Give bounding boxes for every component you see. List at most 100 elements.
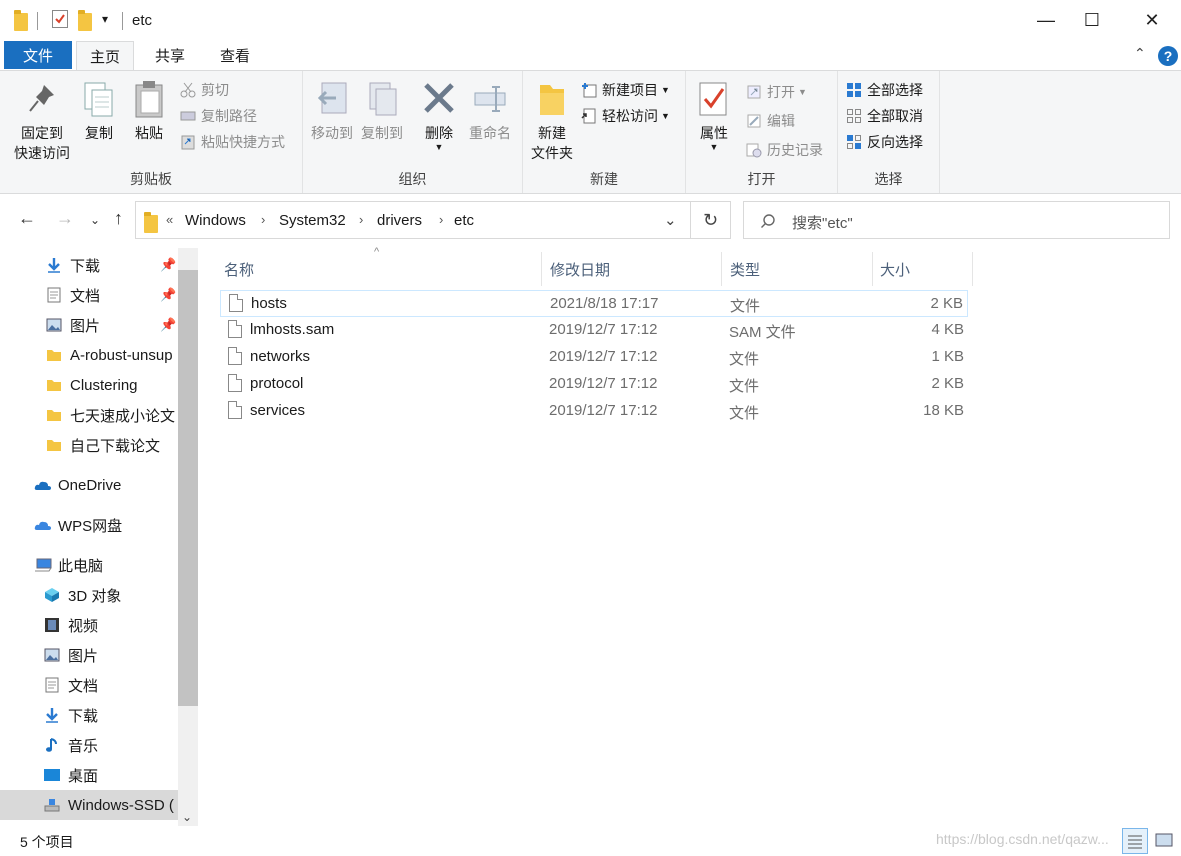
sidebar-item-seven-day-paper[interactable]: 七天速成小论文 [0, 400, 178, 430]
sidebar-item-3d-objects[interactable]: 3D 对象 [0, 580, 178, 610]
copy-path-button[interactable]: 复制路径 [180, 105, 257, 127]
delete-button[interactable]: 删除 ▼ [419, 79, 459, 152]
column-header-name[interactable]: 名称 [218, 252, 542, 286]
properties-button[interactable]: 属性 ▼ [692, 79, 736, 152]
sidebar-item-documents-pinned[interactable]: 文档 📌 [0, 280, 178, 310]
sidebar-item-wps-drive[interactable]: WPS网盘 [0, 510, 178, 540]
cut-label: 剪切 [201, 82, 229, 98]
sidebar-item-windows-ssd[interactable]: Windows-SSD ( [0, 790, 178, 820]
invert-selection-button[interactable]: 反向选择 [846, 131, 923, 153]
breadcrumb-separator-icon[interactable]: › [261, 212, 265, 227]
pin-icon[interactable]: 📌 [160, 317, 176, 333]
breadcrumb-etc[interactable]: etc [454, 212, 474, 229]
copy-button[interactable]: 复制 [80, 79, 118, 143]
search-input[interactable]: 搜索"etc" [743, 201, 1170, 239]
minimize-button[interactable]: — [1023, 0, 1069, 40]
pin-icon [24, 79, 60, 119]
sidebar-item-onedrive[interactable]: OneDrive [0, 470, 178, 500]
help-button[interactable]: ? [1158, 46, 1178, 66]
sidebar-item-label: Windows-SSD ( [68, 796, 174, 814]
rename-button[interactable]: 重命名 [465, 79, 515, 143]
easy-access-button[interactable]: 轻松访问 ▼ [581, 105, 670, 127]
refresh-icon[interactable]: ↻ [691, 201, 731, 239]
sidebar-item-documents[interactable]: 文档 [0, 670, 178, 700]
scroll-down-chevron-icon[interactable]: ⌄ [182, 810, 192, 824]
breadcrumb-separator-icon[interactable]: › [439, 212, 443, 227]
paste-shortcut-button[interactable]: 粘贴快捷方式 [180, 131, 285, 153]
open-button[interactable]: 打开 ▼ [746, 81, 807, 103]
copy-icon [81, 79, 117, 119]
sidebar-item-music[interactable]: 音乐 [0, 730, 178, 760]
video-icon [44, 617, 60, 633]
tab-view[interactable]: 查看 [205, 41, 265, 70]
select-none-button[interactable]: 全部取消 [846, 105, 923, 127]
navigation-pane: 下载 📌 文档 📌 图片 📌 A-robust-unsup Clustering… [0, 248, 198, 826]
recent-locations-chevron-icon[interactable]: ⌄ [90, 213, 100, 227]
collapse-ribbon-icon[interactable]: ⌃ [1134, 45, 1146, 62]
maximize-button[interactable]: ☐ [1069, 0, 1115, 40]
sidebar-scrollbar-thumb[interactable] [178, 270, 198, 706]
copy-to-button[interactable]: 复制到 [357, 79, 407, 143]
close-button[interactable]: ✕ [1129, 0, 1175, 40]
sidebar-item-label: 下载 [70, 257, 101, 275]
select-none-icon [846, 108, 862, 124]
file-row[interactable]: protocol 2019/12/7 17:12 文件 2 KB [220, 371, 968, 398]
column-header-type[interactable]: 类型 [724, 252, 873, 286]
breadcrumb-separator-icon[interactable]: › [359, 212, 363, 227]
address-bar[interactable]: « Windows › System32 › drivers › etc ⌄ [135, 201, 691, 239]
file-row[interactable]: lmhosts.sam 2019/12/7 17:12 SAM 文件 4 KB [220, 317, 968, 344]
file-name: hosts [251, 295, 287, 312]
sidebar-item-clustering[interactable]: Clustering [0, 370, 178, 400]
new-folder-label-2: 文件夹 [531, 145, 573, 161]
properties-check-icon [696, 79, 732, 119]
sidebar-item-pictures[interactable]: 图片 [0, 640, 178, 670]
edit-button[interactable]: 编辑 [746, 110, 795, 132]
paste-button[interactable]: 粘贴 [130, 79, 168, 143]
tab-home[interactable]: 主页 [76, 41, 134, 70]
sidebar-item-downloads-pinned[interactable]: 下载 📌 [0, 250, 178, 280]
sidebar-item-desktop[interactable]: 桌面 [0, 760, 178, 790]
breadcrumb-system32[interactable]: System32 [279, 212, 346, 229]
breadcrumb-drivers[interactable]: drivers [377, 212, 422, 229]
sidebar-item-videos[interactable]: 视频 [0, 610, 178, 640]
properties-check-icon[interactable] [52, 10, 68, 28]
select-all-icon [846, 82, 862, 98]
pin-icon[interactable]: 📌 [160, 257, 176, 273]
select-all-button[interactable]: 全部选择 [846, 79, 923, 101]
file-row[interactable]: services 2019/12/7 17:12 文件 18 KB [220, 398, 968, 425]
sidebar-item-downloads[interactable]: 下载 [0, 700, 178, 730]
details-view-icon [1128, 835, 1142, 849]
move-to-button[interactable]: 移动到 [307, 79, 357, 143]
column-header-size[interactable]: 大小 [874, 252, 973, 286]
file-row[interactable]: hosts 2021/8/18 17:17 文件 2 KB [220, 290, 968, 317]
cut-button[interactable]: 剪切 [180, 79, 229, 101]
new-item-button[interactable]: 新建项目 ▼ [581, 79, 670, 101]
address-dropdown-icon[interactable]: ⌄ [664, 211, 677, 229]
history-button[interactable]: 历史记录 [746, 139, 823, 161]
file-modified: 2021/8/18 17:17 [550, 295, 659, 312]
tab-file[interactable]: 文件 [4, 41, 72, 69]
up-arrow-icon[interactable]: ↑ [114, 208, 123, 229]
forward-arrow-icon[interactable]: → [56, 208, 74, 229]
new-folder-button[interactable]: 新建 文件夹 [527, 79, 577, 163]
back-arrow-icon[interactable]: ← [18, 208, 36, 229]
quick-access-dropdown-icon[interactable]: ▾ [102, 12, 108, 26]
pin-icon[interactable]: 📌 [160, 287, 176, 303]
breadcrumb-windows[interactable]: Windows [185, 212, 246, 229]
sidebar-item-this-pc[interactable]: 此电脑 [0, 550, 178, 580]
sidebar-item-pictures-pinned[interactable]: 图片 📌 [0, 310, 178, 340]
details-view-button[interactable] [1122, 828, 1148, 854]
tab-share[interactable]: 共享 [140, 41, 200, 70]
column-header-modified[interactable]: 修改日期 [544, 252, 722, 286]
large-icons-view-button[interactable] [1152, 828, 1178, 854]
sidebar-item-a-robust-unsup[interactable]: A-robust-unsup [0, 340, 178, 370]
sidebar-item-label: 自己下载论文 [70, 437, 161, 455]
select-none-label: 全部取消 [867, 108, 923, 124]
copy-to-label: 复制到 [361, 125, 403, 141]
breadcrumb-overflow[interactable]: « [166, 212, 173, 227]
computer-icon [34, 557, 52, 573]
sidebar-scrollbar[interactable]: ⌄ [178, 248, 198, 826]
pin-to-quick-access-button[interactable]: 固定到 快速访问 [10, 79, 74, 163]
sidebar-item-downloaded-papers[interactable]: 自己下载论文 [0, 430, 178, 460]
file-row[interactable]: networks 2019/12/7 17:12 文件 1 KB [220, 344, 968, 371]
